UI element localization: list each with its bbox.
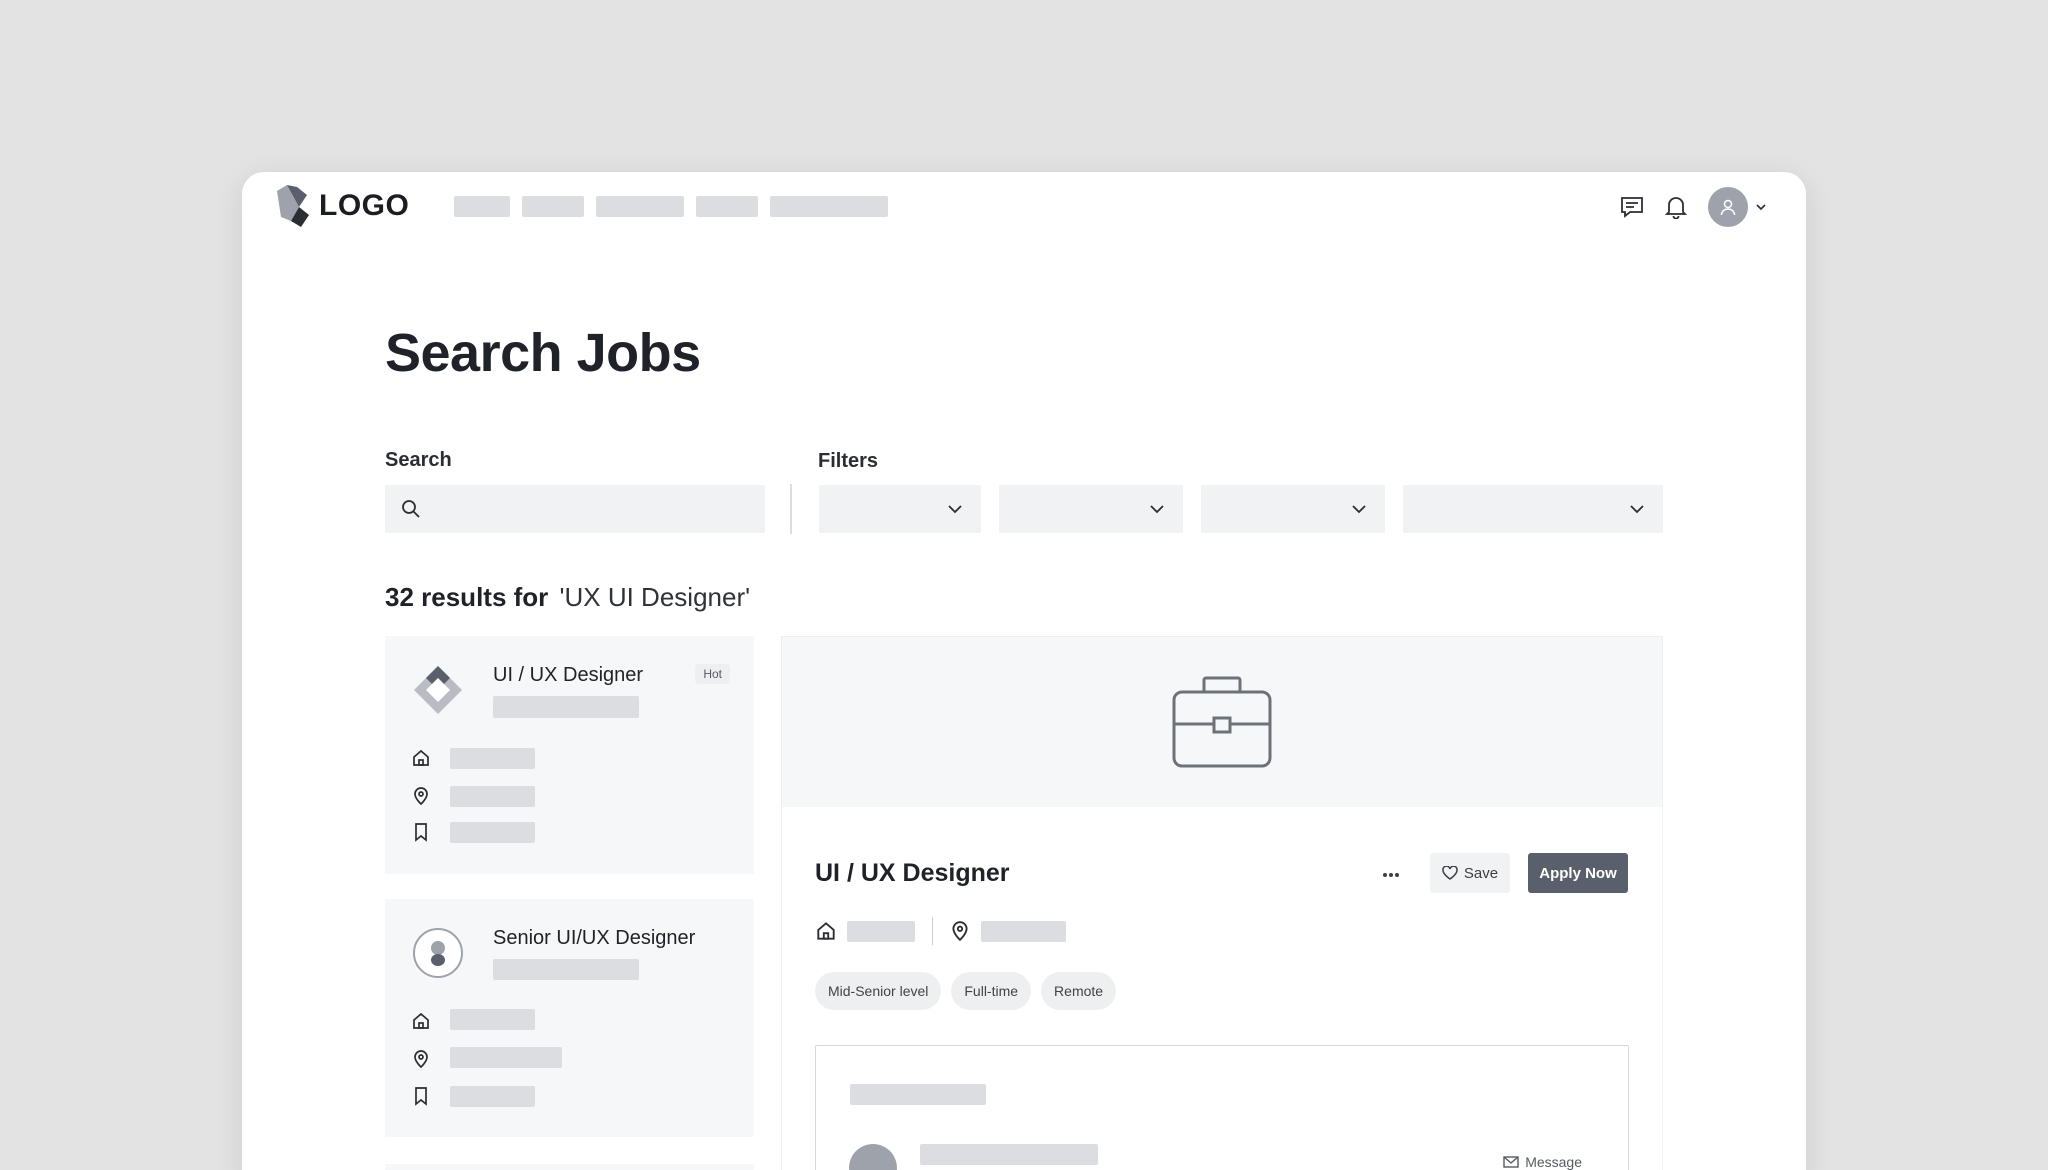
work-type-placeholder (847, 921, 915, 942)
app-window: LOGO Search Jobs Search Filters 32 resul… (242, 172, 1806, 1170)
nav-link-5[interactable] (770, 196, 888, 217)
messages-icon[interactable] (1620, 195, 1644, 219)
results-query: 'UX UI Designer' (559, 582, 751, 612)
nav-link-1[interactable] (454, 196, 510, 217)
bookmark-icon (415, 823, 427, 842)
home-icon (413, 749, 429, 766)
logo-text: LOGO (319, 189, 410, 222)
mail-icon (1503, 1156, 1519, 1168)
avatar[interactable] (1708, 187, 1748, 227)
company-section: Message (815, 1045, 1629, 1170)
job-title: UI / UX Designer (493, 664, 644, 686)
location-placeholder (450, 1047, 562, 1068)
location-pin-icon (952, 921, 968, 942)
recruiter-name-placeholder (920, 1144, 1098, 1165)
divider (790, 484, 792, 534)
search-icon (402, 500, 420, 518)
heart-icon (1442, 866, 1458, 880)
job-card[interactable]: Senior UI/UX Designer (385, 899, 754, 1137)
company-name-placeholder (493, 959, 639, 980)
tag-work-mode[interactable]: Remote (1041, 972, 1117, 1010)
chevron-down-icon (948, 505, 962, 514)
logo[interactable]: LOGO (277, 185, 409, 227)
tag-employment-type[interactable]: Full-time (951, 972, 1032, 1010)
save-label: Save (1463, 864, 1499, 882)
company-name-placeholder (493, 696, 639, 718)
briefcase-icon (1172, 676, 1272, 768)
meta-divider (932, 917, 933, 945)
tag-seniority[interactable]: Mid-Senior level (815, 972, 942, 1010)
location-pin-icon (414, 1050, 428, 1069)
bookmark-icon (415, 1087, 427, 1106)
location-pin-icon (414, 787, 428, 806)
chevron-down-icon (1630, 505, 1644, 514)
detail-placeholder (450, 1086, 535, 1107)
search-box[interactable] (385, 485, 765, 533)
home-icon (817, 922, 835, 940)
results-summary: 32 results for 'UX UI Designer' (385, 582, 750, 613)
search-label: Search (385, 449, 452, 471)
job-hero (782, 637, 1662, 807)
company-heading-placeholder (850, 1084, 986, 1105)
user-menu[interactable] (1708, 187, 1766, 227)
work-type-placeholder (450, 748, 535, 769)
user-icon (1720, 199, 1736, 216)
job-detail-panel: UI / UX Designer Save Apply Now Mid-Seni… (781, 636, 1663, 1170)
filter-dropdown-2[interactable] (999, 485, 1183, 533)
job-tags: Mid-Senior level Full-time Remote (815, 972, 1117, 1010)
filters-label: Filters (818, 450, 879, 472)
hot-badge: Hot (695, 664, 730, 684)
detail-placeholder (450, 822, 535, 843)
job-card[interactable] (385, 1164, 754, 1170)
filter-dropdown-4[interactable] (1403, 485, 1663, 533)
apply-now-button[interactable]: Apply Now (1528, 853, 1628, 893)
chevron-down-icon (1352, 505, 1366, 514)
company-logo-circle-icon (412, 927, 464, 979)
job-card[interactable]: UI / UX Designer Hot (385, 636, 754, 874)
company-logo-diamond-icon (412, 664, 464, 716)
more-options-icon[interactable] (1376, 860, 1406, 890)
chevron-down-icon (1150, 505, 1164, 514)
filter-dropdown-1[interactable] (819, 485, 981, 533)
save-button[interactable]: Save (1430, 853, 1510, 893)
location-placeholder (981, 921, 1066, 942)
work-type-placeholder (450, 1009, 535, 1030)
filter-dropdown-3[interactable] (1201, 485, 1385, 533)
page-title: Search Jobs (385, 323, 701, 383)
recruiter-avatar[interactable] (849, 1144, 897, 1170)
notifications-bell-icon[interactable] (1664, 195, 1688, 219)
chevron-down-icon (1756, 204, 1766, 210)
nav-link-2[interactable] (522, 196, 584, 217)
location-placeholder (450, 786, 535, 807)
logo-mark-icon (277, 185, 309, 227)
nav-link-3[interactable] (596, 196, 684, 217)
detail-job-title: UI / UX Designer (815, 859, 1010, 887)
message-label: Message (1525, 1154, 1582, 1170)
home-icon (413, 1012, 429, 1029)
results-count: 32 results for (385, 582, 549, 612)
search-input[interactable] (431, 485, 765, 533)
message-button[interactable]: Message (1503, 1154, 1582, 1170)
job-title: Senior UI/UX Designer (493, 927, 696, 949)
nav-link-4[interactable] (696, 196, 758, 217)
